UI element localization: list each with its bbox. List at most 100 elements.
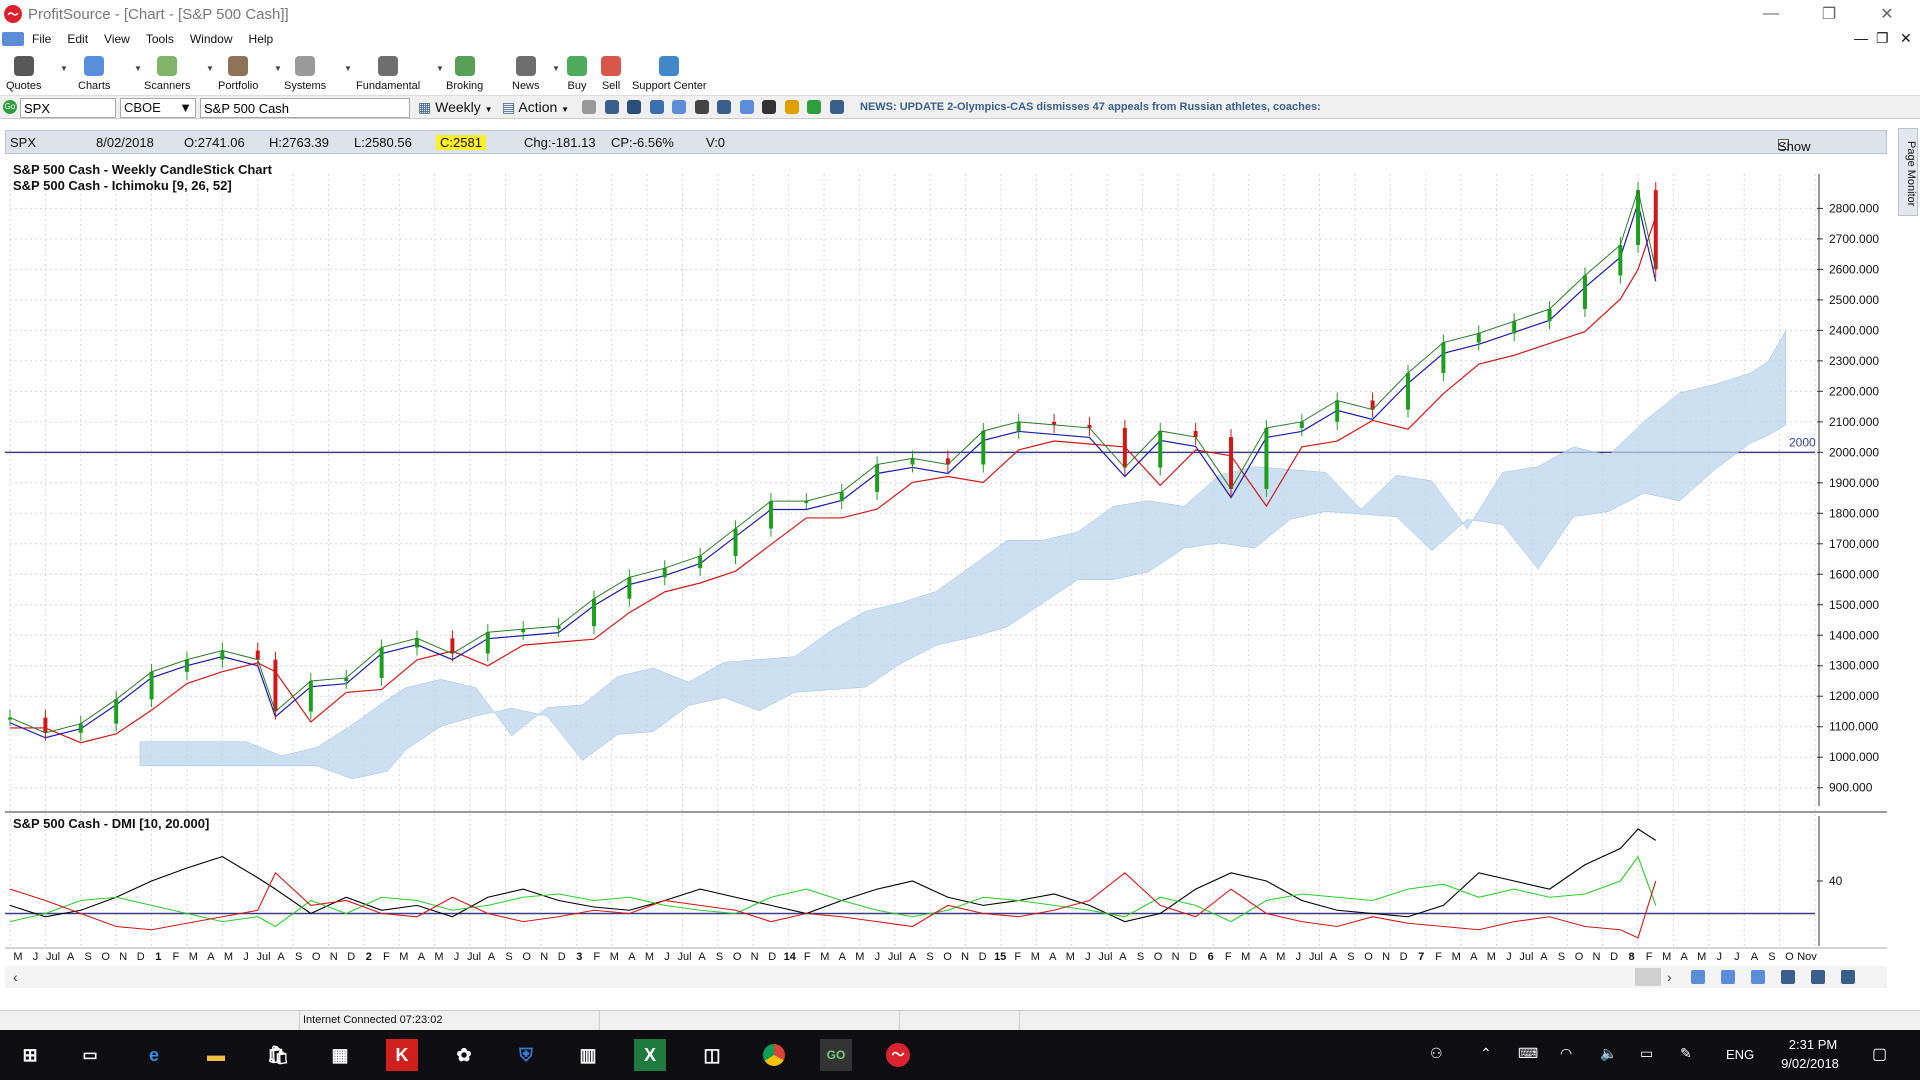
restore-button[interactable]: ❐ [1806,0,1852,28]
exchange-select[interactable]: CBOE ▼ [120,98,196,118]
shield-icon[interactable]: ⛨ [510,1039,542,1071]
wifi-icon[interactable]: ◠ [1560,1045,1572,1062]
chart-tool-icon[interactable] [784,100,799,114]
task-view-icon[interactable]: ▭ [74,1039,106,1071]
y-tick-label: 2700.000 [1829,232,1879,246]
app-icon[interactable]: ✿ [448,1039,480,1071]
buy-button[interactable]: Buy [564,50,590,94]
menu-file[interactable]: File [24,32,59,46]
close-button[interactable]: ✕ [1864,0,1910,28]
info-symbol: SPX [10,135,37,150]
chart-tool-icon[interactable] [582,100,596,114]
chart-tool-icon[interactable] [604,100,619,114]
notifications-icon[interactable]: ▢ [1872,1044,1887,1064]
chart-tool-icon[interactable] [672,100,686,114]
minimize-button[interactable]: — [1748,0,1794,28]
systems-button[interactable]: Systems [284,50,326,94]
x-tick-label: J [33,951,39,963]
people-icon[interactable]: ⚇ [1430,1045,1443,1062]
menu-help[interactable]: Help [241,32,282,46]
support-center-button[interactable]: Support Center [632,50,707,94]
chevron-down-icon[interactable]: ▼ [60,64,68,73]
broking-icon [452,54,478,78]
windows-start-icon[interactable]: ⊞ [14,1039,46,1071]
edge-icon[interactable]: e [138,1039,170,1071]
chart-tool-icon[interactable] [739,100,754,114]
battery-icon[interactable]: ▭ [1640,1045,1653,1062]
chart-area[interactable]: 900.000 1000.000 1100.000 1200.000 1300.000 1… [5,156,1887,992]
chevron-down-icon[interactable]: ▼ [274,64,282,73]
candle-body [733,528,738,556]
keyboard-icon[interactable]: ⌨ [1518,1045,1538,1062]
page-monitor-tab[interactable]: Page Monitor [1898,128,1918,216]
scroll-thumb[interactable] [1635,968,1661,986]
scroll-right-icon[interactable]: › [1667,969,1672,985]
action-dropdown[interactable]: ▤ Action ▼ [502,99,569,116]
first-icon[interactable] [1781,970,1795,984]
go-icon[interactable]: Go [3,100,17,114]
pen-icon[interactable]: ✎ [1680,1045,1692,1062]
mdi-restore-button[interactable]: ❐ [1876,30,1889,47]
zoom-out-icon[interactable] [1721,970,1735,984]
camera-icon[interactable]: ◫ [696,1039,728,1071]
chart-tool-icon[interactable] [627,100,641,114]
chart-tool-icon[interactable] [649,100,664,114]
calculator-icon[interactable]: ▦ [324,1039,356,1071]
portfolio-button[interactable]: Portfolio [218,50,258,94]
scanners-button[interactable]: Scanners [144,50,190,94]
x-tick-label: O [943,951,952,963]
network-icon[interactable]: ▥ [572,1039,604,1071]
news-button[interactable]: News [512,50,540,94]
x-tick-label: D [137,951,145,963]
chart-tool-icon[interactable] [807,100,821,114]
period-dropdown[interactable]: ▦ Weekly ▼ [418,99,493,116]
next-icon[interactable] [1841,970,1855,984]
menu-view[interactable]: View [96,32,138,46]
chrome-icon[interactable] [758,1039,790,1071]
charts-button[interactable]: Charts [78,50,110,94]
file-explorer-icon[interactable]: ▬ [200,1039,232,1071]
menu-tools[interactable]: Tools [138,32,182,46]
prev-icon[interactable] [1811,970,1825,984]
fit-icon[interactable] [1751,970,1765,984]
menu-bar: File Edit View Tools Window Help [0,28,1920,50]
x-tick-label: D [1189,951,1197,963]
chart-tool-icon[interactable] [694,100,709,114]
security-name-input[interactable] [200,98,410,118]
chart-tool-icon[interactable] [717,100,731,114]
kaspersky-icon[interactable]: K [386,1039,418,1071]
zoom-in-icon[interactable] [1691,970,1705,984]
price-chart[interactable]: 900.000 1000.000 1100.000 1200.000 1300.000 1… [5,156,1887,992]
chevron-down-icon[interactable]: ▼ [344,64,352,73]
x-tick-label: J [664,951,670,963]
chevron-down-icon[interactable]: ▼ [134,64,142,73]
candle-body [1193,430,1198,438]
chevron-down-icon: ▼ [561,105,570,114]
volume-icon[interactable]: 🔈 [1600,1045,1617,1062]
scroll-left-icon[interactable]: ‹ [13,969,18,985]
chevron-down-icon[interactable]: ▼ [206,64,214,73]
chevron-down-icon[interactable]: ▼ [436,64,444,73]
mdi-close-button[interactable]: ✕ [1900,30,1912,47]
language-indicator[interactable]: ENG [1726,1047,1754,1062]
menu-window[interactable]: Window [182,32,241,46]
fundamental-button[interactable]: Fundamental [356,50,420,94]
chart-tool-icon[interactable] [762,100,776,114]
go-app-icon[interactable]: GO [820,1039,852,1071]
chevron-up-icon[interactable]: ⌃ [1480,1045,1492,1062]
clock-time[interactable]: 2:31 PM [1778,1037,1848,1052]
store-icon[interactable]: 🛍 [262,1039,294,1071]
sell-button[interactable]: Sell [598,50,624,94]
menu-edit[interactable]: Edit [59,32,96,46]
x-tick-label: 1 [155,951,161,963]
symbol-input[interactable] [20,98,116,118]
broking-button[interactable]: Broking [446,50,483,94]
chevron-down-icon[interactable]: ▼ [552,64,560,73]
excel-icon[interactable]: X [634,1039,666,1071]
chart-tool-icon[interactable] [829,100,844,114]
quotes-button[interactable]: Quotes [6,50,41,94]
clock-date[interactable]: 9/02/2018 [1770,1056,1850,1071]
news-ticker[interactable]: NEWS: UPDATE 2-Olympics-CAS dismisses 47… [860,101,1321,113]
mdi-minimize-button[interactable]: — [1854,30,1868,46]
profitsource-icon[interactable]: 〜 [882,1039,914,1071]
